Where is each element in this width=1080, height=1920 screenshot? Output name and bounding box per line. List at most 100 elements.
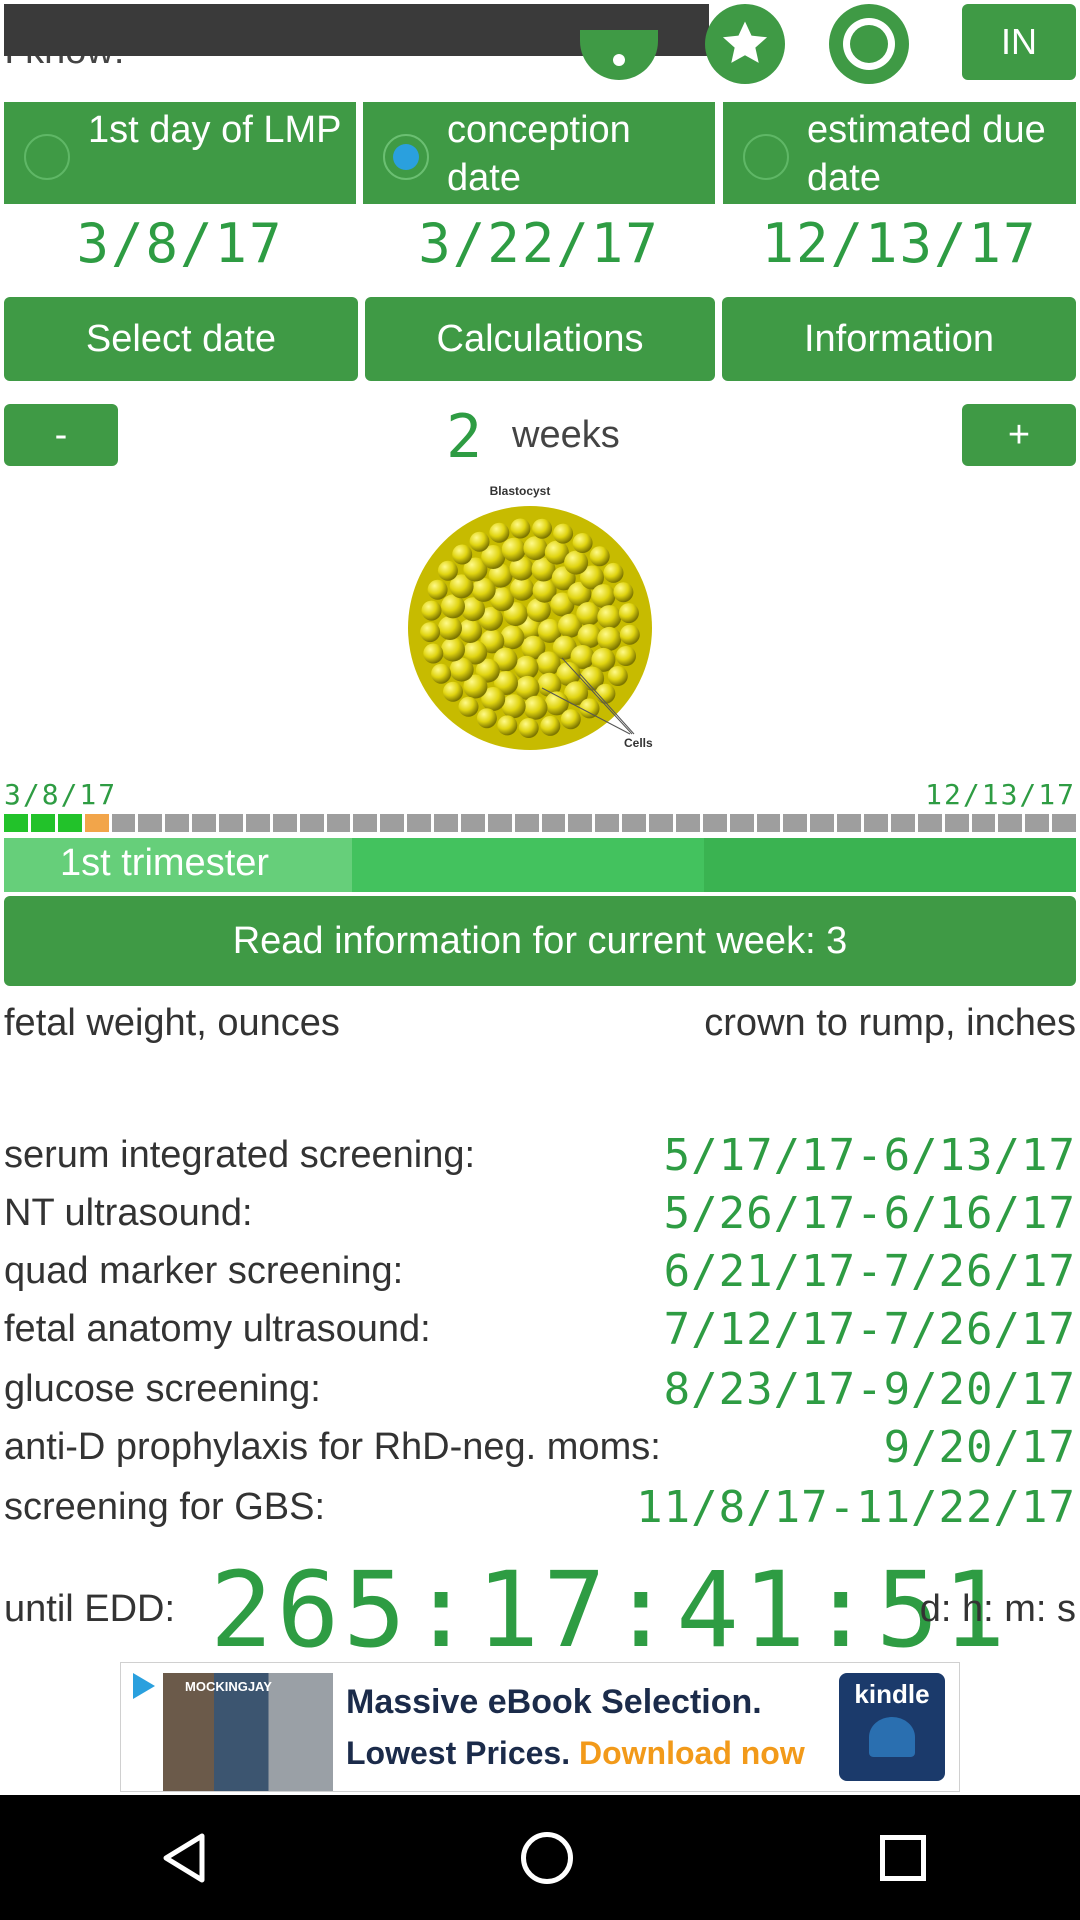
metric-fetal-weight: fetal weight, ounces: [4, 1002, 340, 1044]
cell-sphere: [500, 625, 525, 650]
countdown-value: 265:17:41:51: [210, 1549, 1010, 1671]
screening-label: glucose screening:: [4, 1367, 321, 1410]
cell-sphere: [532, 518, 553, 539]
week-plus-button[interactable]: +: [962, 404, 1076, 466]
screening-value: 8/23/17-9/20/17: [663, 1363, 1076, 1415]
cell-sphere: [489, 522, 510, 543]
progress-week-segment: [595, 814, 620, 832]
screening-value: 11/8/17-11/22/17: [636, 1481, 1076, 1533]
progress-week-segment: [434, 814, 458, 832]
ad-banner[interactable]: MOCKINGJAY Massive eBook Selection. Lowe…: [120, 1662, 960, 1792]
progress-week-segment: [326, 814, 351, 832]
cell-sphere: [438, 616, 462, 640]
screening-value: 9/20/17: [883, 1421, 1076, 1473]
select-date-button[interactable]: Select date: [4, 297, 358, 381]
progress-week-segment: [675, 814, 700, 832]
screening-row-nt: NT ultrasound: 5/26/17-6/16/17: [4, 1184, 1076, 1242]
screening-row-gbs: screening for GBS: 11/8/17-11/22/17: [4, 1478, 1076, 1536]
cell-sphere: [441, 637, 465, 662]
trimester-label: 1st trimester: [60, 842, 270, 884]
week-number: 2: [446, 402, 485, 472]
cell-sphere: [471, 577, 496, 602]
ad-subline: Lowest Prices. Download now: [346, 1735, 805, 1772]
cell-sphere: [497, 715, 518, 736]
week-minus-button[interactable]: -: [4, 404, 118, 466]
cell-sphere: [616, 646, 636, 666]
sound-icon[interactable]: [580, 30, 658, 80]
timeline-end-date: 12/13/17: [925, 778, 1076, 811]
cell-sphere: [423, 643, 444, 664]
home-icon[interactable]: [520, 1831, 573, 1884]
cell-sphere: [431, 663, 452, 684]
cell-sphere: [607, 666, 628, 686]
screening-row-quad: quad marker screening: 6/21/17-7/26/17: [4, 1242, 1076, 1300]
back-icon[interactable]: [154, 1828, 214, 1888]
information-button[interactable]: Information: [722, 297, 1076, 381]
screening-label: serum integrated screening:: [4, 1133, 476, 1176]
countdown-label: until EDD:: [4, 1588, 176, 1630]
progress-week-segment: [783, 814, 808, 832]
radio-conception[interactable]: [383, 134, 429, 180]
progress-week-segment: [810, 814, 835, 832]
ad-choices-icon[interactable]: [133, 1673, 155, 1699]
trimester-third-segment: [704, 838, 1076, 892]
cell-sphere: [603, 562, 624, 583]
cell-sphere: [501, 537, 526, 562]
radio-due-date[interactable]: [743, 134, 789, 180]
mode-conception[interactable]: conception date: [363, 102, 715, 204]
screening-row-anti-d: anti-D prophylaxis for RhD-neg. moms: 9/…: [4, 1418, 1076, 1476]
progress-week-segment: [864, 814, 888, 832]
cell-sphere: [501, 694, 526, 719]
screening-value: 7/12/17-7/26/17: [663, 1303, 1076, 1355]
cell-sphere: [597, 605, 622, 630]
kindle-logo-text: kindle: [854, 1679, 930, 1709]
kindle-tree-icon: [869, 1717, 915, 1757]
cell-sphere: [420, 622, 441, 643]
screening-label: NT ultrasound:: [4, 1191, 253, 1234]
trimester-bar: 1st trimester: [4, 838, 1076, 892]
mode-lmp[interactable]: 1st day of LMP: [4, 102, 356, 204]
progress-week-segment: [245, 814, 270, 832]
cell-sphere: [589, 546, 610, 567]
ad-download-link[interactable]: Download now: [579, 1735, 805, 1771]
cell-sphere: [443, 681, 463, 702]
ad-book-title: MOCKINGJAY: [185, 1679, 272, 1694]
pregnancy-progress-bar: [4, 814, 1076, 832]
progress-week-segment: [1052, 814, 1076, 832]
progress-week-segment: [111, 814, 136, 832]
cell-sphere: [510, 518, 531, 539]
favorite-star-icon[interactable]: [705, 4, 785, 84]
cell-sphere: [452, 544, 473, 565]
cell-sphere: [437, 560, 458, 581]
progress-week-segment: [917, 814, 942, 832]
language-button[interactable]: IN: [962, 4, 1076, 80]
radio-lmp[interactable]: [24, 134, 70, 180]
cell-sphere: [476, 708, 497, 729]
navigation-bar: [0, 1795, 1080, 1920]
ad-subline-text: Lowest Prices.: [346, 1735, 579, 1771]
calculations-button[interactable]: Calculations: [365, 297, 715, 381]
mode-due-date[interactable]: estimated due date: [723, 102, 1076, 204]
progress-week-segment: [460, 814, 485, 832]
settings-ring-icon[interactable]: [829, 4, 909, 84]
progress-week-segment: [998, 814, 1023, 832]
screening-label: anti-D prophylaxis for RhD-neg. moms:: [4, 1425, 661, 1468]
progress-week-segment: [219, 814, 243, 832]
cell-sphere: [618, 603, 639, 624]
illustration-callout: Cells: [624, 736, 653, 750]
progress-week-segment: [299, 814, 324, 832]
lmp-date: 3/8/17: [76, 212, 284, 275]
progress-week-segment: [541, 814, 566, 832]
mode-due-date-label: estimated due date: [807, 109, 1046, 199]
progress-week-segment: [890, 814, 915, 832]
recents-icon[interactable]: [880, 1834, 927, 1881]
cell-sphere: [572, 533, 593, 553]
cell-sphere: [518, 718, 539, 738]
mode-conception-label: conception date: [447, 109, 631, 199]
cell-sphere: [560, 709, 581, 730]
progress-week-segment: [702, 814, 727, 832]
read-current-week-button[interactable]: Read information for current week: 3: [4, 896, 1076, 986]
weeks-unit: weeks: [512, 414, 620, 456]
progress-week-segment: [487, 814, 512, 832]
screening-label: quad marker screening:: [4, 1249, 404, 1292]
